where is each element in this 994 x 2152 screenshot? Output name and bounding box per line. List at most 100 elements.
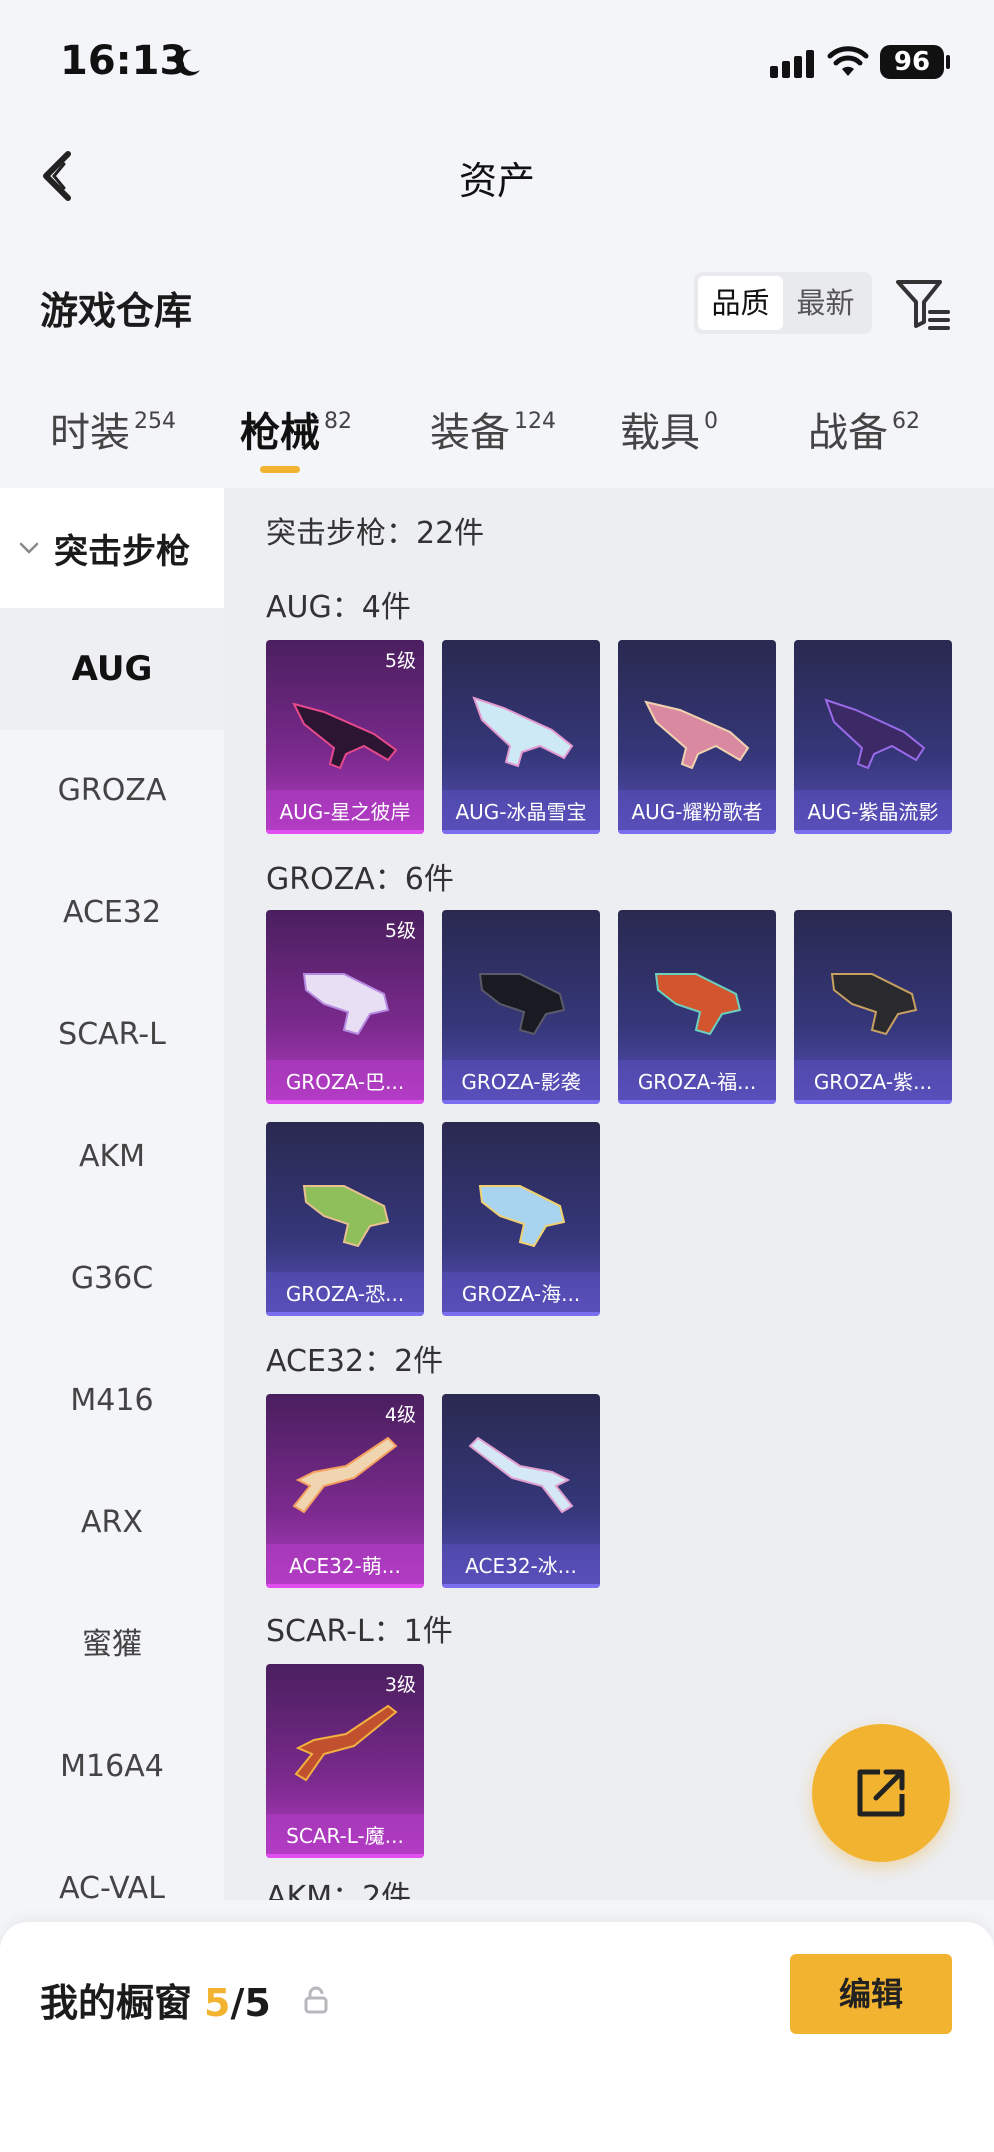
weapon-name: ACE32-冰... (442, 1544, 600, 1588)
showcase-used-count: 5 (204, 1981, 231, 2025)
gun-skin-image (830, 973, 918, 1036)
showcase-bar: 我的橱窗 5/5 编辑 (0, 1922, 994, 2152)
showcase-total-count: /5 (230, 1981, 271, 2025)
sidebar-item-arx[interactable]: ARX (0, 1462, 224, 1584)
tab-label: 载具 (620, 410, 700, 456)
gun-skin-image (292, 1436, 398, 1514)
sidebar-item-honey-badger[interactable]: 蜜獾 (0, 1584, 224, 1706)
weapon-card[interactable]: AUG-耀粉歌者 (618, 640, 776, 834)
sidebar-item-groza[interactable]: GROZA (0, 730, 224, 852)
tab-firearms[interactable]: 枪械 82 (240, 400, 352, 458)
weapon-card[interactable]: AUG-紫晶流影 (794, 640, 952, 834)
showcase-title: 我的橱窗 (40, 1981, 193, 2025)
tab-count: 254 (134, 409, 176, 434)
status-time: 16:13 (60, 38, 188, 84)
gun-skin-image (292, 702, 398, 770)
battery-indicator: 96 (880, 45, 944, 79)
category-label-groza: GROZA：6件 (266, 862, 454, 897)
weapon-card[interactable]: ACE32-冰... (442, 1394, 600, 1588)
sidebar-group-label: 突击步枪 (54, 531, 190, 572)
weapon-name: AUG-紫晶流影 (794, 790, 952, 834)
sidebar-item-m16a4[interactable]: M16A4 (0, 1706, 224, 1828)
chevron-down-icon (19, 542, 39, 554)
category-label-ace32: ACE32：2件 (266, 1344, 444, 1379)
page-title: 资产 (458, 159, 535, 203)
weapon-name: GROZA-巴... (266, 1060, 424, 1104)
signal-icon (770, 50, 814, 78)
weapon-card[interactable]: 4级 ACE32-萌... (266, 1394, 424, 1588)
tab-count: 124 (514, 409, 556, 434)
sidebar-item-ace32[interactable]: ACE32 (0, 852, 224, 974)
weapon-card[interactable]: AUG-冰晶雪宝 (442, 640, 600, 834)
weapon-card[interactable]: GROZA-海... (442, 1122, 600, 1316)
gun-skin-image (478, 1185, 566, 1248)
tab-label: 时装 (50, 410, 130, 456)
status-bar: 16:13 96 (0, 0, 994, 120)
gun-skin-image (478, 973, 566, 1036)
gun-skin-image (824, 698, 926, 770)
tab-label: 战备 (808, 410, 888, 456)
weapon-card[interactable]: GROZA-紫... (794, 910, 952, 1104)
tab-fashion[interactable]: 时装 254 (50, 400, 176, 458)
category-label-aug: AUG：4件 (266, 590, 411, 625)
gun-skin-image (644, 700, 750, 770)
weapon-name: AUG-冰晶雪宝 (442, 790, 600, 834)
battery-tip (946, 55, 950, 69)
sidebar-item-scar-l[interactable]: SCAR-L (0, 974, 224, 1096)
sort-toggle[interactable]: 品质 最新 (694, 272, 872, 334)
gun-skin-image (302, 973, 390, 1036)
showcase-label: 我的橱窗 5/5 (40, 1972, 271, 2027)
gun-skin-image (654, 973, 742, 1036)
weapon-name: SCAR-L-魔... (266, 1814, 424, 1858)
gun-skin-image (294, 1704, 398, 1782)
weapon-card[interactable]: GROZA-恐... (266, 1122, 424, 1316)
gun-skin-image (468, 1436, 574, 1514)
share-button[interactable] (812, 1724, 950, 1862)
tab-count: 0 (704, 409, 718, 434)
weapon-card[interactable]: 3级 SCAR-L-魔... (266, 1664, 424, 1858)
weapon-card[interactable]: 5级 AUG-星之彼岸 (266, 640, 424, 834)
weapon-name: AUG-星之彼岸 (266, 790, 424, 834)
sidebar-item-akm[interactable]: AKM (0, 1096, 224, 1218)
weapon-name: AUG-耀粉歌者 (618, 790, 776, 834)
category-tabs: 时装 254 枪械 82 装备 124 载具 0 战备 62 (0, 400, 994, 480)
tab-label: 枪械 (240, 410, 320, 456)
gun-skin-image (302, 1185, 390, 1248)
weapon-name: GROZA-紫... (794, 1060, 952, 1104)
group-total: 突击步枪：22件 (266, 516, 485, 551)
tab-count: 82 (324, 409, 352, 434)
weapon-card[interactable]: GROZA-福... (618, 910, 776, 1104)
sidebar-item-m416[interactable]: M416 (0, 1340, 224, 1462)
gun-skin-image (472, 696, 574, 768)
edit-button[interactable]: 编辑 (790, 1954, 952, 2034)
sort-option-quality[interactable]: 品质 (698, 276, 783, 330)
moon-icon (176, 49, 200, 76)
sidebar-group-assault-rifles[interactable]: 突击步枪 (0, 488, 224, 608)
section-title: 游戏仓库 (40, 289, 193, 333)
weapon-name: ACE32-萌... (266, 1544, 424, 1588)
tab-equipment[interactable]: 装备 124 (430, 400, 556, 458)
lock-icon[interactable] (304, 1986, 328, 2014)
tab-label: 装备 (430, 410, 510, 456)
weapon-name: GROZA-恐... (266, 1272, 424, 1316)
tab-vehicles[interactable]: 载具 0 (620, 400, 718, 458)
sidebar-item-aug[interactable]: AUG (0, 608, 224, 730)
tab-battle-gear[interactable]: 战备 62 (808, 400, 920, 458)
level-badge: 4级 (384, 1404, 416, 1426)
level-badge: 5级 (384, 920, 416, 942)
sidebar-item-g36c[interactable]: G36C (0, 1218, 224, 1340)
tab-count: 62 (892, 409, 920, 434)
weapon-card[interactable]: GROZA-影袭 (442, 910, 600, 1104)
weapon-name: GROZA-福... (618, 1060, 776, 1104)
weapon-name: GROZA-海... (442, 1272, 600, 1316)
category-label-scar-l: SCAR-L：1件 (266, 1614, 453, 1649)
weapon-sidebar: 突击步枪 AUG GROZA ACE32 SCAR-L AKM G36C M41… (0, 488, 224, 1900)
category-label-akm: AKM：2件 (266, 1880, 412, 1900)
filter-icon[interactable] (892, 272, 954, 334)
weapon-card[interactable]: 5级 GROZA-巴... (266, 910, 424, 1104)
weapon-grid: 突击步枪：22件 AUG：4件 5级 AUG-星之彼岸 AUG-冰晶雪宝 AUG… (224, 488, 994, 1900)
sort-option-latest[interactable]: 最新 (783, 276, 868, 330)
wifi-icon (827, 46, 869, 76)
sidebar-item-ac-val[interactable]: AC-VAL (0, 1828, 224, 1900)
share-icon (857, 1769, 905, 1817)
